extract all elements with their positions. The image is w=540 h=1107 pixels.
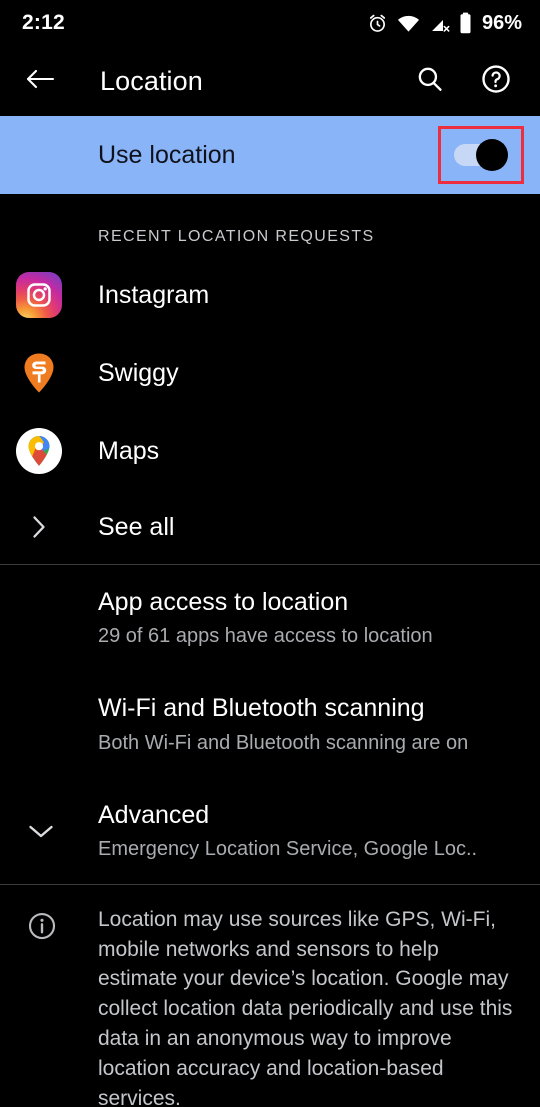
- use-location-toggle[interactable]: [454, 139, 508, 171]
- battery-percent: 96%: [481, 11, 522, 34]
- wifi-icon: [397, 13, 420, 34]
- use-location-toggle-annotation: [438, 126, 524, 184]
- swiggy-icon: [16, 350, 62, 396]
- app-name: Maps: [98, 436, 160, 465]
- recent-requests-header: RECENT LOCATION REQUESTS: [98, 228, 375, 245]
- status-bar: 2:12 96%: [0, 0, 540, 46]
- info-icon: [22, 905, 62, 1107]
- setting-title: Wi-Fi and Bluetooth scanning: [98, 694, 425, 723]
- location-settings-screen: 2:12 96% Location Use location RECENT LO…: [0, 0, 540, 1107]
- setting-title: App access to location: [98, 588, 349, 616]
- location-info-note: Location may use sources like GPS, Wi-Fi…: [0, 885, 540, 1107]
- mobile-data-off-icon: [429, 13, 450, 34]
- chevron-down-icon: [24, 814, 58, 848]
- app-name: Instagram: [98, 280, 210, 309]
- list-item[interactable]: Swiggy: [0, 334, 540, 412]
- help-circle-icon: [481, 64, 511, 99]
- status-time: 2:12: [22, 11, 65, 34]
- location-info-text: Location may use sources like GPS, Wi-Fi…: [98, 907, 513, 1107]
- setting-subtitle: 29 of 61 apps have access to location: [98, 625, 433, 648]
- use-location-row[interactable]: Use location: [0, 116, 540, 194]
- app-name: Swiggy: [98, 358, 179, 387]
- help-button[interactable]: [474, 59, 518, 103]
- toggle-thumb: [476, 139, 508, 171]
- list-item[interactable]: Maps: [0, 412, 540, 490]
- chevron-right-icon: [16, 514, 62, 540]
- back-button[interactable]: [20, 61, 60, 101]
- instagram-icon: [16, 272, 62, 318]
- setting-title: Advanced: [98, 800, 210, 829]
- app-access-to-location-row[interactable]: App access to location 29 of 61 apps hav…: [0, 565, 540, 671]
- use-location-label: Use location: [98, 140, 236, 169]
- status-icons: 96%: [367, 12, 522, 35]
- setting-subtitle: Both Wi-Fi and Bluetooth scanning are on: [98, 731, 469, 754]
- arrow-back-icon: [25, 67, 55, 96]
- advanced-row[interactable]: Advanced Emergency Location Service, Goo…: [0, 778, 540, 884]
- page-title: Location: [100, 65, 203, 96]
- see-all-row[interactable]: See all: [0, 490, 540, 564]
- battery-icon: [459, 12, 472, 34]
- app-bar: Location: [0, 46, 540, 116]
- search-icon: [416, 65, 444, 98]
- google-maps-icon: [16, 428, 62, 474]
- alarm-icon: [367, 13, 388, 34]
- see-all-label: See all: [98, 512, 175, 541]
- wifi-bluetooth-scanning-row[interactable]: Wi-Fi and Bluetooth scanning Both Wi-Fi …: [0, 671, 540, 777]
- search-button[interactable]: [408, 59, 452, 103]
- setting-subtitle: Emergency Location Service, Google Loc..: [98, 837, 478, 860]
- list-item[interactable]: Instagram: [0, 256, 540, 334]
